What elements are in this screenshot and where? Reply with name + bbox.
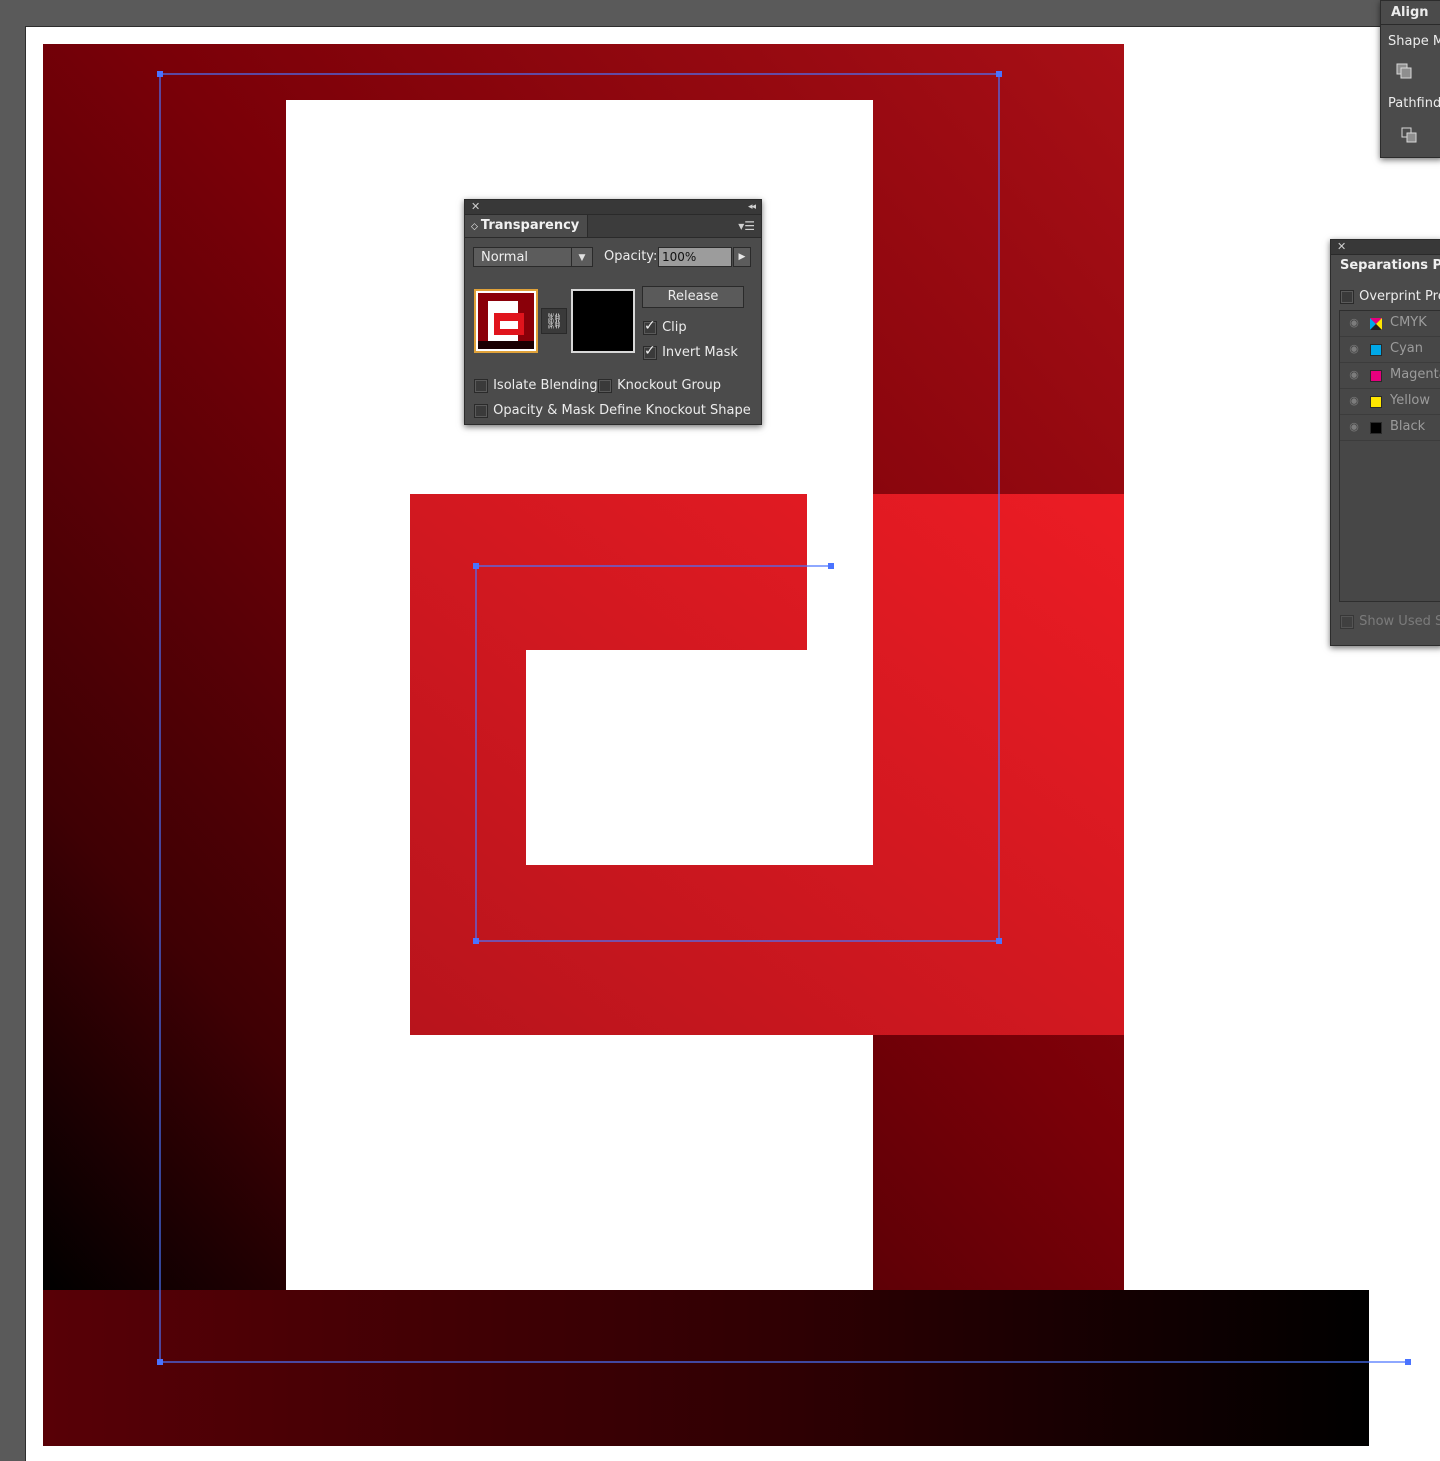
unite-shape-icon[interactable]	[1396, 63, 1412, 79]
outer-spiral-bottom[interactable]	[43, 1290, 1369, 1446]
ink-row-magenta[interactable]: ◉ Magenta	[1340, 363, 1440, 389]
link-chain-icon[interactable]: ⛓	[541, 308, 567, 334]
inner-hole	[526, 650, 873, 865]
isolate-blending-label: Isolate Blending	[493, 378, 598, 393]
knockout-group-row[interactable]: Knockout Group	[598, 375, 721, 394]
show-used-spot-label: Show Used Sp	[1359, 614, 1440, 629]
close-icon[interactable]: ✕	[1337, 240, 1346, 254]
ink-name: Magenta	[1390, 367, 1440, 382]
black-swatch	[1370, 422, 1382, 434]
knockout-group-label: Knockout Group	[617, 378, 722, 393]
align-panel[interactable]: Align Shape Mo Pathfinde	[1380, 0, 1440, 158]
panel-titlebar[interactable]: ✕	[1331, 240, 1440, 255]
clip-row[interactable]: Clip	[643, 317, 687, 336]
clip-checkbox[interactable]	[643, 318, 657, 335]
close-icon[interactable]: ✕	[471, 200, 480, 214]
panel-menu-icon[interactable]: ▾☰	[738, 219, 755, 233]
cmyk-swatch-icon	[1370, 318, 1382, 330]
ink-row-cyan[interactable]: ◉ Cyan	[1340, 337, 1440, 363]
clip-label: Clip	[662, 320, 687, 335]
separations-title: Separations Pre	[1340, 258, 1440, 273]
ink-name: Yellow	[1390, 393, 1431, 408]
tab-align[interactable]: Align	[1381, 1, 1440, 25]
show-used-spot-row[interactable]: Show Used Sp	[1340, 611, 1440, 630]
inner-cut-right	[807, 494, 873, 650]
tab-arrows-icon: ◇	[471, 222, 478, 232]
separations-panel[interactable]: ✕ Separations Pre Overprint Prev ◉ CMYK …	[1330, 239, 1440, 646]
blend-mode-select[interactable]: Normal ▼	[473, 247, 593, 267]
shape-modes-label: Shape Mo	[1388, 34, 1440, 49]
isolate-blending-checkbox[interactable]	[474, 378, 488, 393]
opacity-mask-knockout-checkbox[interactable]	[474, 403, 488, 418]
invert-mask-row[interactable]: Invert Mask	[643, 342, 738, 361]
tab-transparency[interactable]: ◇ Transparency	[465, 215, 589, 237]
opacity-mask-knockout-label: Opacity & Mask Define Knockout Shape	[493, 403, 751, 418]
chevron-down-icon: ▼	[571, 248, 592, 266]
invert-mask-checkbox[interactable]	[643, 343, 657, 360]
yellow-swatch	[1370, 396, 1382, 408]
ink-row-cmyk[interactable]: ◉ CMYK	[1340, 311, 1440, 337]
magenta-swatch	[1370, 370, 1382, 382]
eye-icon[interactable]: ◉	[1344, 341, 1364, 357]
ink-row-black[interactable]: ◉ Black	[1340, 415, 1440, 441]
artwork-thumbnail[interactable]	[474, 289, 538, 353]
opacity-input[interactable]: 100%	[658, 247, 732, 267]
ink-name: Cyan	[1390, 341, 1423, 356]
opacity-mask-knockout-row[interactable]: Opacity & Mask Define Knockout Shape	[474, 400, 751, 419]
ink-name: CMYK	[1390, 315, 1427, 330]
show-used-spot-checkbox[interactable]	[1340, 614, 1354, 629]
overprint-preview-label: Overprint Prev	[1359, 289, 1440, 304]
divide-shape-icon[interactable]	[1401, 127, 1417, 143]
opacity-label: Opacity:	[604, 249, 658, 264]
eye-icon[interactable]: ◉	[1344, 367, 1364, 383]
panel-tabbar: ◇ Transparency ▾☰	[465, 215, 761, 238]
ink-name: Black	[1390, 419, 1426, 434]
isolate-blending-row[interactable]: Isolate Blending	[474, 375, 598, 394]
opacity-slider-arrow-icon[interactable]: ▶	[733, 247, 751, 267]
overprint-preview-checkbox[interactable]	[1340, 289, 1354, 304]
release-button[interactable]: Release	[642, 286, 744, 308]
artwork-thumbnail-image	[476, 291, 536, 351]
transparency-panel[interactable]: ✕ ◂◂ ◇ Transparency ▾☰ Normal ▼ Opacity: …	[464, 199, 762, 425]
collapse-icon[interactable]: ◂◂	[748, 200, 756, 214]
eye-icon[interactable]: ◉	[1344, 315, 1364, 331]
ink-list: ◉ CMYK ◉ Cyan ◉ Magenta ◉ Yellow ◉	[1339, 310, 1440, 602]
eye-icon[interactable]: ◉	[1344, 393, 1364, 409]
pathfinder-label: Pathfinde	[1388, 96, 1440, 111]
overprint-preview-row[interactable]: Overprint Prev	[1340, 286, 1440, 305]
ink-row-yellow[interactable]: ◉ Yellow	[1340, 389, 1440, 415]
knockout-group-checkbox[interactable]	[598, 378, 612, 393]
mask-thumbnail[interactable]	[571, 289, 635, 353]
invert-mask-label: Invert Mask	[662, 345, 738, 360]
cyan-swatch	[1370, 344, 1382, 356]
panel-titlebar[interactable]: ✕ ◂◂	[465, 200, 761, 215]
eye-icon[interactable]: ◉	[1344, 419, 1364, 435]
